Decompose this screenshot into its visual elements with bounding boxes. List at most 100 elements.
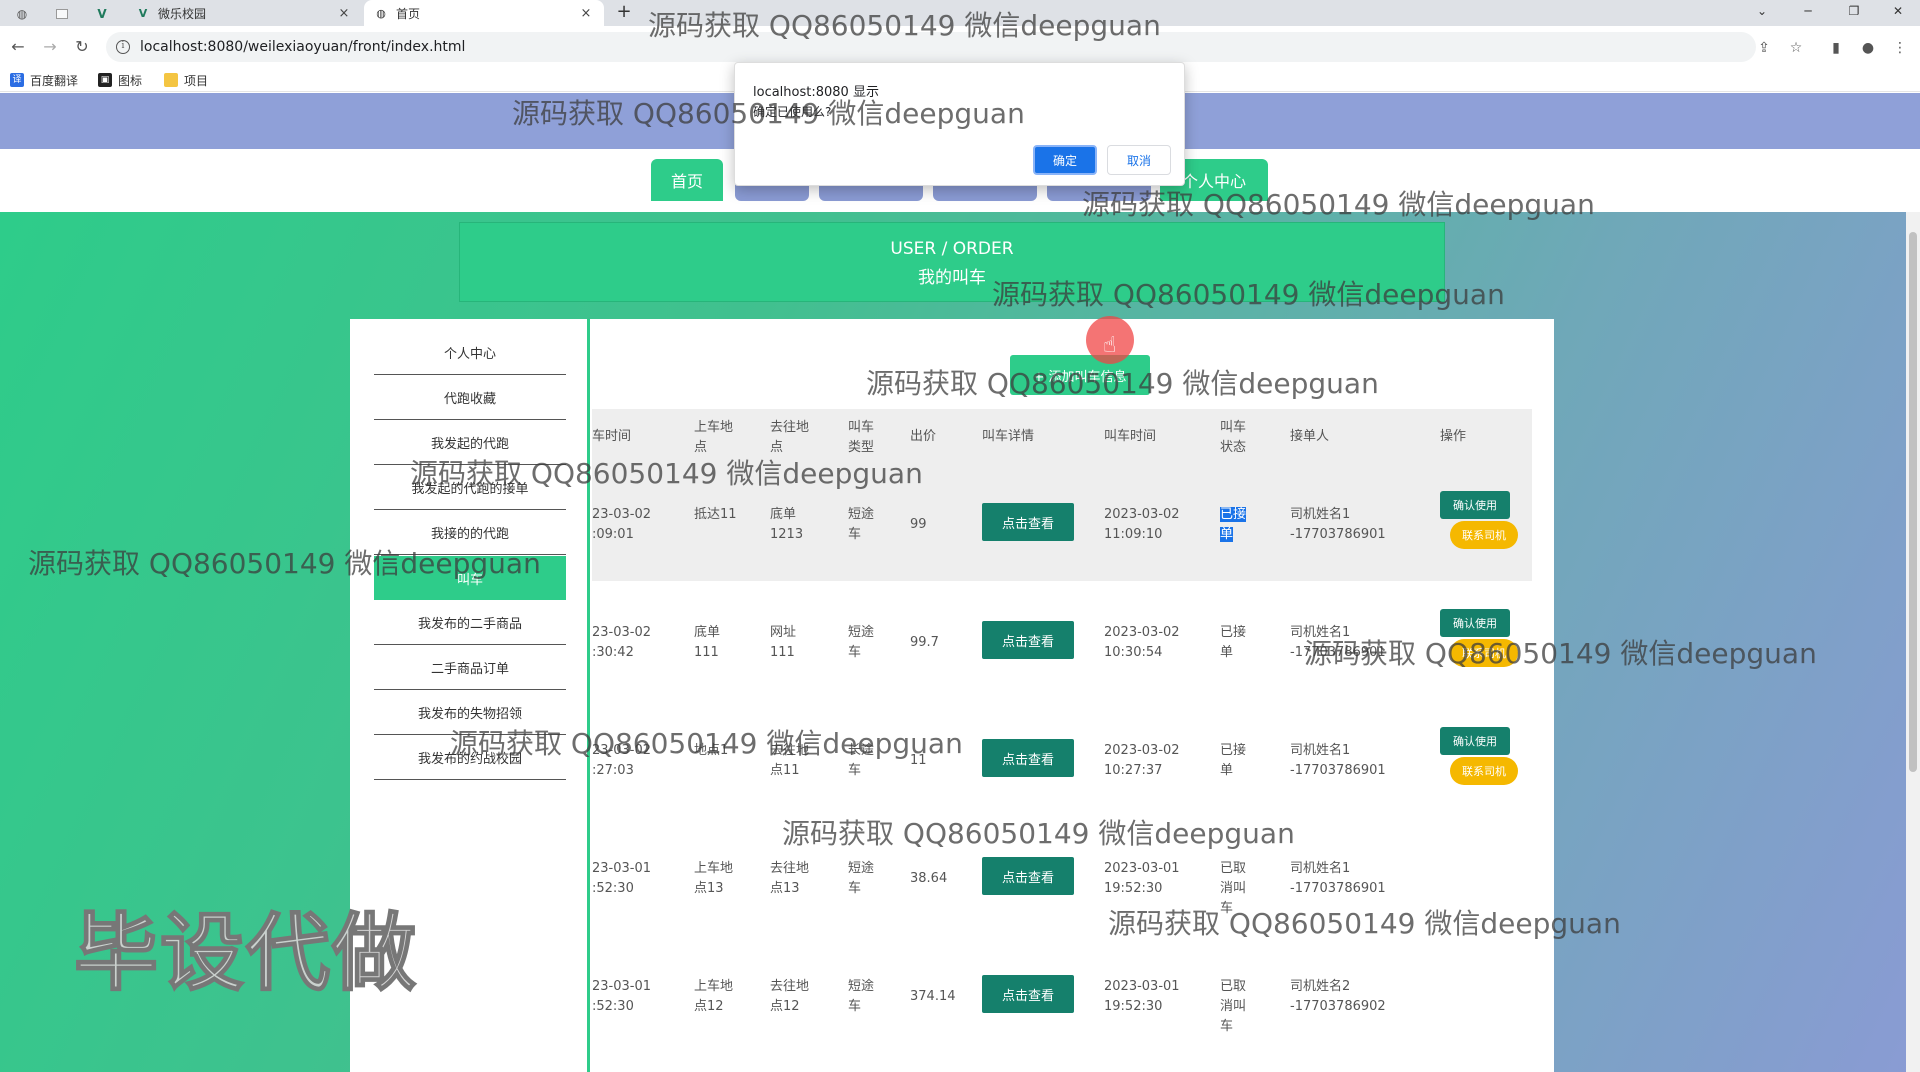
view-details-button[interactable]: 点击查看 <box>982 621 1074 659</box>
sidebar-item[interactable]: 我发布的失物招领 <box>374 691 566 735</box>
cell-pickup: 底单111 <box>694 625 721 660</box>
sidebar-item[interactable]: 叫车 <box>374 556 566 600</box>
cell-status: 已取消叫车 <box>1220 861 1247 916</box>
pinned-tab-vue[interactable]: V <box>90 4 114 24</box>
cell-driver: 司机姓名1 <box>1290 861 1351 876</box>
more-icon[interactable]: ⋮ <box>1890 38 1910 58</box>
sidebar-item[interactable]: 我发起的代跑的接单 <box>374 466 566 510</box>
share-icon[interactable]: ⇪ <box>1754 38 1774 58</box>
image-icon: ▣ <box>98 73 112 87</box>
dialog-cancel-button[interactable]: 取消 <box>1107 145 1171 175</box>
bookmark-folder[interactable]: 项目 <box>164 71 208 89</box>
sidebar-item[interactable]: 代跑收藏 <box>374 376 566 420</box>
bookmark-label: 项目 <box>184 73 209 88</box>
back-arrow-icon[interactable]: ← <box>6 35 30 59</box>
cell-status: 已接单 <box>1220 505 1254 545</box>
view-details-button[interactable]: 点击查看 <box>982 975 1074 1013</box>
tab-home[interactable]: ◍ 首页 × <box>364 0 604 26</box>
bookmark-icons[interactable]: ▣ 图标 <box>98 71 142 89</box>
minimize-icon[interactable]: ─ <box>1786 0 1830 22</box>
address-bar[interactable]: i localhost:8080/weilexiaoyuan/front/ind… <box>106 32 1756 62</box>
tab-weilexiaoyuan[interactable]: V 微乐校园 × <box>126 0 362 26</box>
cell-status: 已取消叫车 <box>1220 979 1247 1034</box>
cell-destination: 去往地点12 <box>770 979 810 1014</box>
cell-destination: 底单1213 <box>770 507 804 542</box>
view-details-button[interactable]: 点击查看 <box>982 739 1074 777</box>
close-icon[interactable]: × <box>578 6 594 21</box>
cell-price: 99 <box>910 517 927 532</box>
close-icon[interactable]: × <box>336 6 352 21</box>
confirm-use-button[interactable]: 确认使用 <box>1440 609 1510 637</box>
col-header: 上车地点 <box>694 420 734 455</box>
contact-driver-button[interactable]: 联系司机 <box>1450 521 1518 549</box>
bookmark-translate[interactable]: 译 百度翻译 <box>10 71 78 89</box>
cell-price: 38.64 <box>910 871 948 886</box>
bookmark-label: 百度翻译 <box>30 73 79 88</box>
table-cell: 司机姓名2 -17703786902 <box>1290 977 1400 1017</box>
folder-icon <box>164 73 178 87</box>
view-details-button[interactable]: 点击查看 <box>982 503 1074 541</box>
sidebar-item[interactable]: 个人中心 <box>374 331 566 375</box>
cell-time: :09:01 <box>592 527 634 542</box>
col-header: 去往地点 <box>770 420 810 455</box>
profile-icon[interactable]: ● <box>1858 38 1878 58</box>
status-text: 已接单 <box>1220 507 1247 542</box>
vue-icon: V <box>97 7 107 21</box>
vue-icon: V <box>138 6 148 20</box>
cell-phone: -17703786901 <box>1290 527 1386 542</box>
sidebar-item[interactable]: 我发布的约战校园 <box>374 736 566 780</box>
cell-price: 99.7 <box>910 635 939 650</box>
confirm-use-button[interactable]: 确认使用 <box>1440 491 1510 519</box>
add-ride-button[interactable]: + 添加叫车信息 <box>1010 355 1150 395</box>
content-panel: 个人中心 代跑收藏 我发起的代跑 我发起的代跑的接单 我接的的代跑 叫车 我发布的二手商品二… <box>350 319 1554 1072</box>
cell-phone: -17703786901 <box>1290 645 1386 660</box>
restore-icon[interactable]: ❐ <box>1832 0 1876 22</box>
cell-driver: 司机姓名2 <box>1290 979 1351 994</box>
tab-title: 微乐校园 <box>158 6 207 21</box>
sidebar-item[interactable]: 二手商品订单 <box>374 646 566 690</box>
pinned-tab-globe[interactable]: ◍ <box>10 4 34 24</box>
cell-price: 374.14 <box>910 989 956 1004</box>
cell-phone: -17703786901 <box>1290 881 1386 896</box>
cell-call-time: 2023-03-02 10:27:37 <box>1104 743 1180 778</box>
window-close-icon[interactable]: ✕ <box>1876 0 1920 22</box>
cell-pickup: 上车地点13 <box>694 861 734 896</box>
cell-driver: 司机姓名1 <box>1290 625 1351 640</box>
ride-table: 车时间 上车地点 去往地点 叫车类型 出价 叫车详情 叫车时间 叫车状态 接单人… <box>592 409 1532 1053</box>
cell-type: 短途车 <box>848 861 875 896</box>
sidebar-icon[interactable]: ▮ <box>1826 38 1846 58</box>
cell-pickup: 地点1 <box>694 743 729 758</box>
contact-driver-button[interactable]: 联系司机 <box>1450 639 1518 667</box>
nav-home[interactable]: 首页 <box>651 159 723 201</box>
star-icon[interactable]: ☆ <box>1786 38 1806 58</box>
table-body: 23-03-02:09:01 抵达11 底单1213 短途车 99 2023-03-02 … <box>592 463 1532 1053</box>
table-cell: 23-03-02:09:01 <box>592 505 656 545</box>
new-tab-button[interactable]: + <box>612 2 636 24</box>
view-details-button[interactable]: 点击查看 <box>982 857 1074 895</box>
forward-arrow-icon[interactable]: → <box>38 35 62 59</box>
page-scrollbar[interactable] <box>1906 212 1920 1072</box>
dialog-ok-button[interactable]: 确定 <box>1033 145 1097 175</box>
cell-destination: 去往地点13 <box>770 861 810 896</box>
table-row: 23-03-02:30:42 底单111 网址111 短途车 99.7 2023-03-0… <box>592 581 1532 699</box>
chevron-down-icon[interactable]: ⌄ <box>1740 0 1784 22</box>
cell-phone: -17703786902 <box>1290 999 1386 1014</box>
cell-time: :30:42 <box>592 645 634 660</box>
scroll-thumb[interactable] <box>1909 232 1917 772</box>
pinned-tab-blank[interactable] <box>50 4 74 24</box>
sidebar-item[interactable]: 我发布的二手商品 <box>374 601 566 645</box>
cell-time: 23-03-01 <box>592 979 652 994</box>
browser-tabstrip: ◍ V V 微乐校园 × ◍ 首页 × + ⌄ ─ ❐ ✕ <box>0 0 1920 26</box>
table-cell: 司机姓名1 -17703786901 <box>1290 741 1400 781</box>
contact-driver-button[interactable]: 联系司机 <box>1450 757 1518 785</box>
confirm-use-button[interactable]: 确认使用 <box>1440 727 1510 755</box>
cell-phone: -17703786901 <box>1290 763 1386 778</box>
reload-icon[interactable]: ↻ <box>70 35 94 59</box>
sidebar-item[interactable]: 我接的的代跑 <box>374 511 566 555</box>
sidebar-item[interactable]: 我发起的代跑 <box>374 421 566 465</box>
cell-driver: 司机姓名1 <box>1290 507 1351 522</box>
col-header: 出价 <box>910 429 937 444</box>
cell-type: 短途车 <box>848 507 875 542</box>
col-header: 接单人 <box>1290 429 1330 444</box>
info-icon[interactable]: i <box>116 40 130 54</box>
